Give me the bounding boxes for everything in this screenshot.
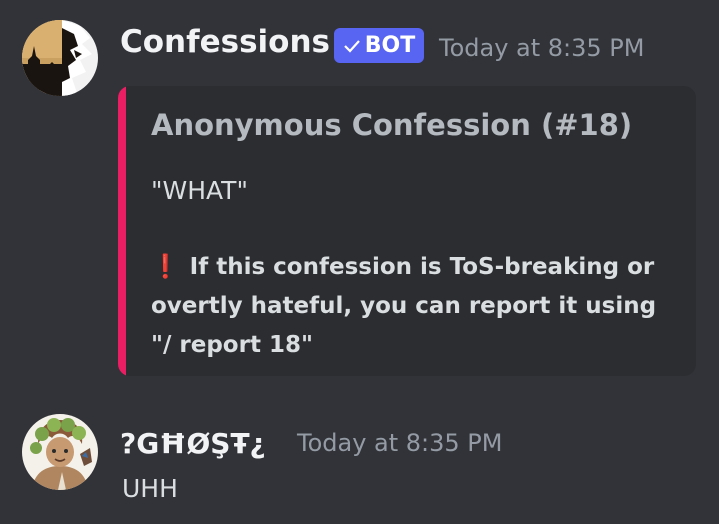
message-timestamp[interactable]: Today at 8:35 PM: [297, 429, 503, 457]
exclamation-icon: ❗: [151, 254, 180, 280]
embed-description: "WHAT": [151, 176, 248, 205]
report-notice-text: If this confession is ToS-breaking or ov…: [151, 254, 657, 358]
user-username[interactable]: ?GĦØŞŦ¿: [120, 427, 266, 460]
checkmark-icon: [343, 39, 360, 53]
embed-accent-bar: [118, 86, 126, 376]
fox-silhouette-avatar-icon: [22, 20, 98, 96]
embed-title: Anonymous Confession (#18): [151, 108, 633, 142]
confession-embed: Anonymous Confession (#18) "WHAT" ❗ If th…: [118, 86, 696, 376]
user-avatar[interactable]: [22, 414, 98, 490]
bot-username[interactable]: Confessions: [120, 24, 330, 60]
embed-report-notice: ❗ If this confession is ToS-breaking or o…: [151, 248, 671, 365]
bot-avatar[interactable]: [22, 20, 98, 96]
bot-tag: BOT: [334, 28, 424, 63]
cartoon-character-avatar-icon: [22, 414, 98, 490]
message-timestamp[interactable]: Today at 8:35 PM: [439, 34, 645, 62]
message-content: UHH: [122, 474, 178, 503]
bot-tag-label: BOT: [364, 33, 416, 58]
